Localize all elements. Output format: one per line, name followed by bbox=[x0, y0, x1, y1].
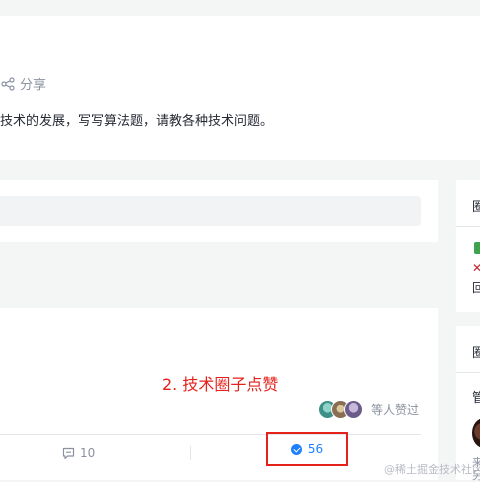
likers-text: 等人赞过 bbox=[371, 403, 420, 417]
watermark: @稀土掘金技术社区 bbox=[384, 463, 480, 476]
circle-description: 技术的发展，写写算法题，请教各种技术问题。 bbox=[0, 114, 274, 129]
sidebar-card-title: 圈 bbox=[472, 200, 480, 215]
sidebar-heading: 管 bbox=[472, 391, 480, 406]
sidebar-card-title: 圈 bbox=[472, 346, 480, 361]
publish-panel bbox=[0, 180, 438, 242]
like-count: 56 bbox=[307, 442, 324, 456]
post-input[interactable] bbox=[0, 196, 421, 226]
circle-header-card bbox=[0, 16, 480, 160]
sidebar-text: 回 bbox=[472, 281, 480, 295]
action-separator bbox=[190, 446, 191, 460]
share-label: 分享 bbox=[20, 78, 47, 93]
liker-avatar[interactable] bbox=[344, 400, 363, 419]
action-divider bbox=[0, 434, 421, 435]
comment-button[interactable]: 10 bbox=[62, 446, 95, 460]
share-button[interactable]: 分享 bbox=[1, 74, 46, 93]
comment-icon bbox=[62, 447, 75, 459]
sidebar-divider bbox=[456, 226, 480, 227]
post-card: 2. 技术圈子点赞 等人赞过 10 56 bbox=[0, 308, 438, 480]
comment-count: 10 bbox=[80, 446, 96, 460]
annotation-label: 2. 技术圈子点赞 bbox=[162, 375, 279, 394]
likers-row[interactable]: 等人赞过 bbox=[318, 400, 419, 419]
like-icon bbox=[290, 443, 302, 455]
cross-icon: ✕ bbox=[472, 261, 480, 275]
check-icon bbox=[474, 242, 480, 254]
share-icon bbox=[1, 76, 15, 91]
like-button[interactable]: 56 bbox=[266, 432, 348, 466]
sidebar-divider bbox=[456, 372, 480, 373]
